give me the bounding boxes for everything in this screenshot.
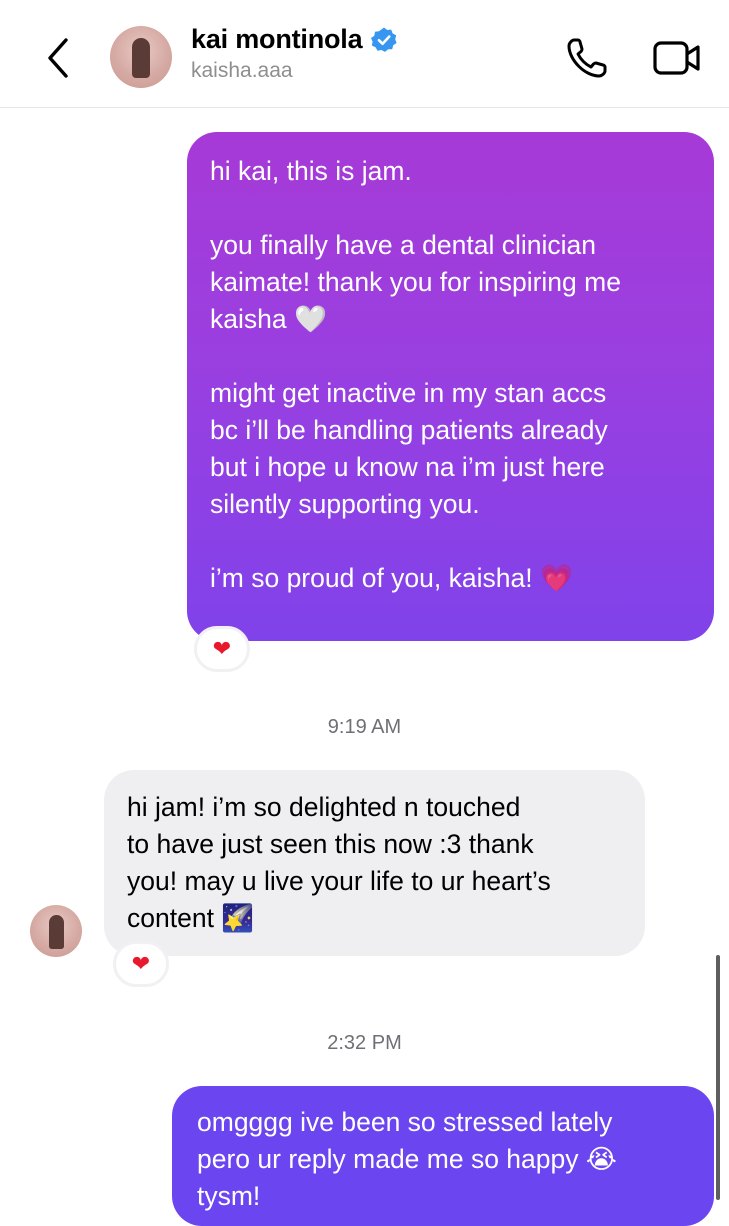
contact-name: kai montinola [191, 24, 363, 54]
incoming-message[interactable]: hi jam! i’m so delighted n touched to ha… [104, 770, 645, 956]
contact-title[interactable]: kai montinola kaisha.aaa [191, 24, 398, 83]
phone-icon [567, 38, 607, 78]
scrollbar[interactable] [716, 955, 720, 1200]
sender-avatar[interactable] [30, 905, 82, 957]
outgoing-message[interactable]: omgggg ive been so stressed lately pero … [172, 1086, 714, 1226]
verified-badge-icon [371, 27, 398, 52]
heart-icon: ❤ [212, 636, 232, 661]
heart-icon: ❤ [131, 951, 151, 976]
contact-handle: kaisha.aaa [191, 59, 293, 82]
heart-reaction[interactable]: ❤ [113, 941, 169, 987]
contact-avatar[interactable] [110, 26, 172, 88]
message-timestamp: 9:19 AM [327, 716, 402, 738]
chat-header: kai montinola kaisha.aaa [0, 0, 729, 108]
outgoing-message[interactable]: hi kai, this is jam. you finally have a … [187, 132, 714, 641]
message-timestamp: 2:32 PM [327, 1032, 402, 1054]
heart-reaction[interactable]: ❤ [194, 626, 250, 672]
back-button[interactable] [38, 30, 82, 86]
name-row: kai montinola [191, 24, 398, 55]
video-call-button[interactable] [652, 38, 702, 78]
audio-call-button[interactable] [565, 36, 609, 80]
chevron-left-icon [48, 38, 68, 78]
video-camera-icon [653, 41, 700, 75]
